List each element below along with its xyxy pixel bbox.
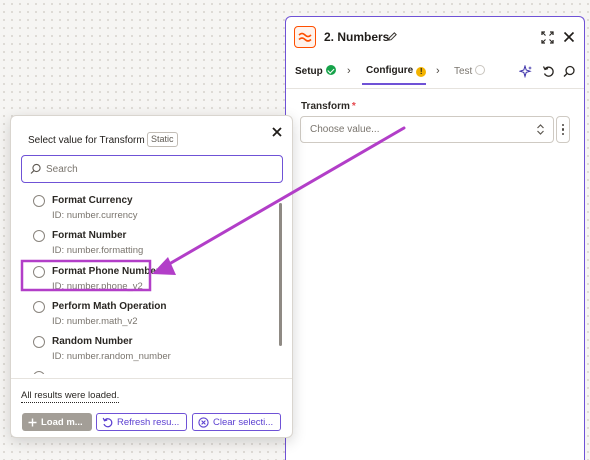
result-name: Format Currency (52, 195, 133, 206)
result-id: ID: number.random_number (52, 351, 171, 362)
tab-setup[interactable]: Setup (295, 65, 336, 77)
refresh-label: Refresh resu... (117, 416, 180, 428)
step-title: 2. Numbers (324, 30, 390, 44)
refresh-icon (102, 417, 113, 428)
radio-button[interactable] (33, 371, 45, 374)
radio-button[interactable] (33, 336, 45, 348)
panel-header: 2. Numbers (286, 17, 584, 57)
result-id: ID: number.currency (52, 210, 138, 221)
chevron-right-icon: › (436, 65, 440, 77)
divider (286, 88, 584, 89)
results-scrollbar[interactable] (279, 203, 282, 346)
transform-field-label: Transform * (301, 101, 356, 112)
popup-title: Select value for Transform (28, 135, 145, 146)
tab-test-label: Test (454, 66, 473, 77)
numbers-app-icon (294, 26, 316, 48)
chevron-right-icon: › (347, 65, 351, 77)
result-perform-math-operation[interactable]: Perform Math Operation ID: number.math_v… (11, 298, 273, 332)
load-more-button[interactable]: Load m... (22, 413, 92, 431)
required-marker: * (351, 101, 356, 112)
pencil-icon[interactable] (387, 31, 398, 42)
close-icon[interactable] (563, 31, 575, 43)
step-tabs: Setup › Configure! › Test (286, 61, 584, 87)
result-id: ID: number.phone_v2 (52, 281, 143, 292)
result-format-number[interactable]: Format Number ID: number.formatting (11, 227, 273, 261)
transform-label-text: Transform (301, 101, 350, 112)
refresh-results-button[interactable]: Refresh resu... (96, 413, 187, 431)
radio-button[interactable] (33, 301, 45, 313)
result-random-number[interactable]: Random Number ID: number.random_number (11, 333, 273, 367)
check-icon (325, 65, 336, 75)
clear-label: Clear selecti... (213, 416, 274, 428)
tab-test[interactable]: Test (454, 65, 486, 77)
result-name: Format Number (52, 230, 127, 241)
result-name: Format Phone Number (52, 266, 160, 277)
search-icon (30, 163, 41, 174)
clear-selection-button[interactable]: Clear selecti... (192, 413, 281, 431)
sparkle-icon[interactable] (519, 65, 532, 78)
radio-button[interactable] (33, 266, 45, 278)
chevron-up-down-icon (537, 124, 544, 135)
kebab-menu-icon[interactable] (556, 116, 570, 143)
value-picker-popup: Select value for Transform Static Format… (10, 115, 293, 438)
step-panel: 2. Numbers Setup › Configure! › Test Tra… (285, 16, 585, 460)
result-name: Random Number (52, 336, 133, 347)
search-input[interactable] (46, 159, 276, 179)
close-icon[interactable] (272, 127, 282, 137)
tab-configure-label: Configure (366, 65, 414, 76)
result-name: Perform Math Operation (52, 301, 167, 312)
plus-icon (28, 418, 37, 427)
radio-button[interactable] (33, 230, 45, 242)
divider (11, 378, 292, 379)
result-partial-next[interactable] (11, 368, 273, 374)
static-badge: Static (147, 132, 178, 147)
tab-setup-label: Setup (295, 66, 323, 77)
result-id: ID: number.math_v2 (52, 316, 138, 327)
search-field[interactable] (21, 155, 283, 183)
warning-icon: ! (416, 67, 427, 77)
tab-configure[interactable]: Configure! (366, 65, 427, 77)
expand-icon[interactable] (541, 31, 554, 44)
clear-icon (198, 416, 209, 428)
result-format-phone-number[interactable]: Format Phone Number ID: number.phone_v2 (11, 263, 273, 297)
result-format-currency[interactable]: Format Currency ID: number.currency (11, 192, 273, 226)
results-status: All results were loaded. (21, 390, 120, 403)
pending-icon (475, 65, 486, 75)
undo-icon[interactable] (542, 65, 555, 78)
radio-button[interactable] (33, 195, 45, 207)
active-tab-indicator (362, 83, 426, 85)
result-id: ID: number.formatting (52, 245, 144, 256)
transform-select[interactable]: Choose value... (300, 116, 554, 143)
results-list: Format Currency ID: number.currency Form… (11, 188, 283, 374)
load-more-label: Load m... (41, 416, 83, 428)
search-icon[interactable] (563, 65, 576, 78)
transform-select-placeholder: Choose value... (310, 124, 380, 135)
